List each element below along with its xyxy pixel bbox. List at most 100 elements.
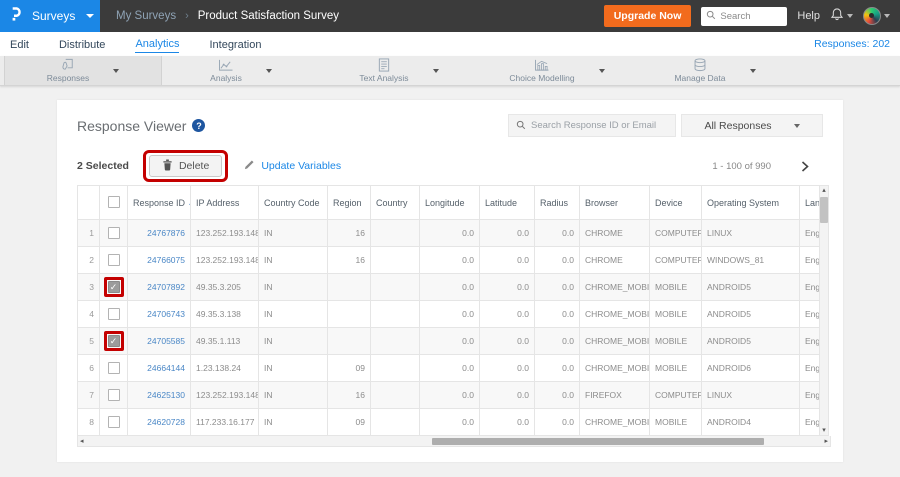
global-search-input[interactable] — [720, 10, 781, 22]
col-header-operating-system[interactable]: Operating System — [701, 185, 800, 220]
response-search[interactable] — [508, 114, 676, 137]
breadcrumb: My Surveys › Product Satisfaction Survey — [116, 10, 339, 22]
vertical-scrollbar[interactable]: ▴ ▾ — [820, 185, 829, 436]
col-header-latitude[interactable]: Latitude — [479, 185, 535, 220]
chevron-down-icon[interactable] — [113, 68, 120, 73]
response-id-link[interactable]: 24620728 — [127, 408, 191, 436]
col-header-language[interactable]: Lan — [799, 185, 820, 220]
annotation-box-delete: Delete — [142, 150, 229, 182]
horizontal-scroll-thumb[interactable] — [431, 438, 764, 445]
col-header-ip-address[interactable]: IP Address — [190, 185, 259, 220]
account-menu[interactable] — [863, 7, 890, 25]
cell: MOBILE — [649, 354, 702, 382]
row-checkbox[interactable] — [107, 226, 120, 239]
cell: 0.0 — [479, 273, 535, 301]
select-all-checkbox[interactable] — [107, 195, 120, 208]
row-checkbox[interactable] — [107, 307, 120, 320]
update-variables-button[interactable]: Update Variables — [244, 159, 341, 173]
row-checkbox[interactable] — [107, 253, 120, 266]
toolbar-item-text-analysis[interactable]: Text Analysis — [320, 56, 478, 85]
cell: 0.0 — [479, 219, 535, 247]
table-row: 7 24625130 123.252.193.148 IN 16 0.0 0.0 0.0 FIR… — [77, 381, 820, 409]
col-header-browser[interactable]: Browser — [579, 185, 650, 220]
chevron-down-icon — [847, 14, 853, 18]
help-icon[interactable]: ? — [192, 119, 206, 132]
tab-distribute[interactable]: Distribute — [59, 36, 105, 53]
cell — [327, 327, 371, 355]
responses-count-badge[interactable]: Responses: 202 — [814, 38, 890, 50]
cell: 49.35.3.205 — [190, 273, 259, 301]
vertical-scroll-thumb[interactable] — [820, 197, 828, 223]
cell: Eng — [799, 408, 820, 436]
response-search-input[interactable] — [531, 120, 661, 131]
col-header-device[interactable]: Device — [649, 185, 702, 220]
help-link[interactable]: Help — [797, 10, 820, 22]
upgrade-now-button[interactable]: Upgrade Now — [603, 5, 692, 27]
questionpro-logo-icon — [8, 6, 23, 27]
scroll-left-icon[interactable]: ◂ — [78, 437, 86, 446]
response-id-link[interactable]: 24766075 — [127, 246, 191, 274]
cell — [370, 300, 420, 328]
notifications-button[interactable] — [830, 7, 853, 26]
cell — [370, 408, 420, 436]
horizontal-scrollbar[interactable]: ◂ ▸ — [77, 436, 831, 447]
cell: CHROME — [579, 219, 650, 247]
row-number: 2 — [77, 246, 100, 274]
response-id-link[interactable]: 24625130 — [127, 381, 191, 409]
scroll-down-icon[interactable]: ▾ — [822, 426, 826, 435]
cell: 0.0 — [534, 246, 580, 274]
tab-analytics[interactable]: Analytics — [135, 35, 180, 53]
response-id-link[interactable]: 24707892 — [127, 273, 191, 301]
chevron-down-icon[interactable] — [598, 68, 605, 73]
checkbox-wrap — [107, 388, 121, 402]
col-header-response-id[interactable]: Response ID▲ — [127, 185, 191, 220]
chevron-down-icon[interactable] — [432, 68, 439, 73]
annotation-box-checkbox: ✓ — [103, 331, 124, 351]
cell: 0.0 — [534, 408, 580, 436]
chevron-down-icon[interactable] — [265, 68, 272, 73]
toolbar-item-manage-data[interactable]: Manage Data — [636, 56, 794, 85]
toolbar-item-analysis[interactable]: Analysis — [162, 56, 320, 85]
response-id-link[interactable]: 24705585 — [127, 327, 191, 355]
update-variables-label: Update Variables — [261, 160, 342, 172]
col-header-longitude[interactable]: Longitude — [419, 185, 480, 220]
cell: ANDROID5 — [701, 273, 800, 301]
chevron-down-icon — [793, 123, 800, 128]
response-id-link[interactable]: 24664144 — [127, 354, 191, 382]
table-header-row: Response ID▲ IP Address Country Code Reg… — [77, 185, 820, 220]
response-id-link[interactable]: 24767876 — [127, 219, 191, 247]
pagination-range: 1 - 100 of 990 — [712, 160, 771, 172]
chevron-down-icon[interactable] — [749, 68, 756, 73]
row-checkbox[interactable] — [107, 388, 120, 401]
responses-filter-dropdown[interactable]: All Responses — [681, 114, 823, 137]
global-search[interactable] — [701, 6, 788, 26]
response-id-link[interactable]: 24706743 — [127, 300, 191, 328]
row-checkbox[interactable]: ✓ — [107, 281, 120, 293]
row-checkbox[interactable] — [107, 415, 120, 428]
horizontal-scroll-track[interactable] — [86, 436, 823, 446]
delete-button[interactable]: Delete — [148, 155, 223, 177]
breadcrumb-my-surveys[interactable]: My Surveys — [116, 10, 176, 22]
scroll-up-icon[interactable]: ▴ — [822, 186, 826, 195]
cell: Eng — [799, 354, 820, 382]
toolbar-item-responses[interactable]: Responses — [4, 56, 162, 85]
cell: 0.0 — [479, 246, 535, 274]
row-checkbox[interactable] — [107, 361, 120, 374]
cell: 123.252.193.148 — [190, 246, 259, 274]
cell: MOBILE — [649, 300, 702, 328]
row-checkbox[interactable]: ✓ — [107, 335, 120, 347]
tab-integration[interactable]: Integration — [209, 36, 261, 53]
cell: IN — [258, 246, 328, 274]
col-header-country-code[interactable]: Country Code — [258, 185, 328, 220]
col-header-region[interactable]: Region — [327, 185, 371, 220]
table-row: 1 24767876 123.252.193.148 IN 16 0.0 0.0 0.0 CHR… — [77, 219, 820, 247]
scroll-right-icon[interactable]: ▸ — [822, 437, 830, 446]
cell: CHROME_MOBILE — [579, 354, 650, 382]
col-header-country[interactable]: Country — [370, 185, 420, 220]
next-page-button[interactable] — [801, 160, 809, 172]
checkbox-wrap — [107, 415, 121, 429]
app-logo-menu[interactable]: Surveys — [0, 0, 100, 32]
tab-edit[interactable]: Edit — [10, 36, 29, 53]
col-header-radius[interactable]: Radius — [534, 185, 580, 220]
toolbar-item-choice-modelling[interactable]: Choice Modelling — [478, 56, 636, 85]
